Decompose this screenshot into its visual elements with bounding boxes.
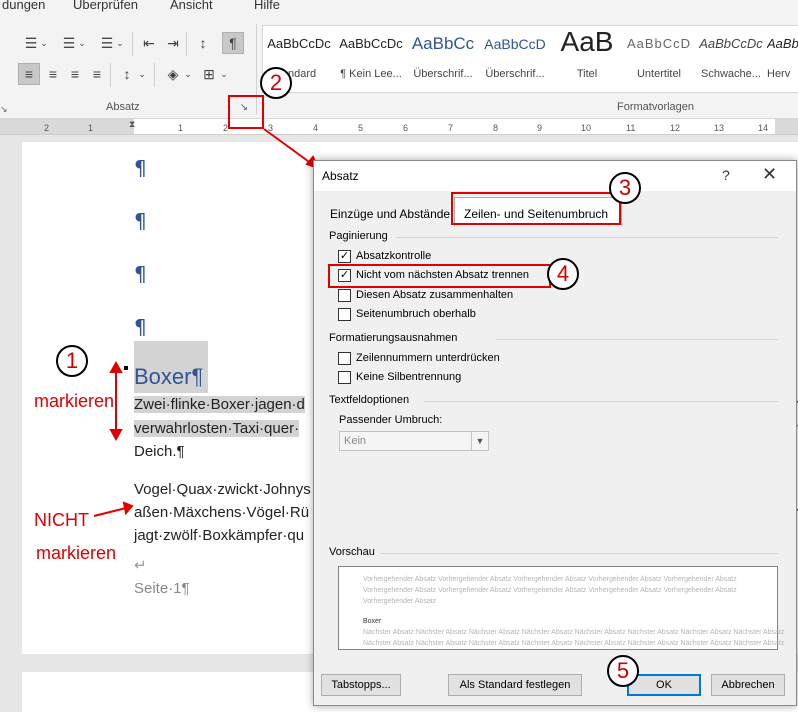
arrow-head-up bbox=[109, 360, 123, 373]
section-textfeldoptionen: Textfeldoptionen bbox=[329, 394, 410, 406]
divider bbox=[496, 339, 778, 340]
preview-box: Vorhergehender Absatz Vorhergehender Abs… bbox=[338, 566, 784, 650]
umbruch-value: Kein bbox=[344, 435, 367, 447]
preview-next-line: Nächster Absatz Nächster Absatz Nächster… bbox=[363, 640, 785, 647]
section-ausnahmen: Formatierungsausnahmen bbox=[329, 332, 458, 344]
divider bbox=[396, 237, 778, 238]
step-circle-4: 4 bbox=[547, 258, 579, 290]
step-circle-3: 3 bbox=[609, 172, 641, 204]
arrow-head-nicht bbox=[122, 501, 134, 516]
preview-next-line: Nächster Absatz Nächster Absatz Nächster… bbox=[363, 629, 785, 636]
ok-button[interactable]: OK bbox=[627, 674, 701, 696]
section-paginierung: Paginierung bbox=[329, 230, 388, 242]
set-default-button[interactable]: Als Standard festlegen bbox=[448, 674, 582, 696]
preview-current: Boxer bbox=[363, 618, 382, 625]
absatz-dialog: Absatz ? ✕ Einzüge und Abstände Zeilen- … bbox=[313, 160, 797, 706]
cancel-button[interactable]: Abbrechen bbox=[711, 674, 785, 696]
label-zeilennummern[interactable]: Zeilennummern unterdrücken bbox=[356, 352, 500, 364]
label-zusammenhalten[interactable]: Diesen Absatz zusammenhalten bbox=[356, 289, 513, 301]
label-seitenumbruch[interactable]: Seitenumbruch oberhalb bbox=[356, 308, 476, 320]
arrow-head-down bbox=[109, 429, 123, 442]
tabstopps-button[interactable]: Tabstopps... bbox=[321, 674, 401, 696]
checkbox-absatzkontrolle[interactable]: ✓ bbox=[338, 250, 351, 263]
close-icon[interactable]: ✕ bbox=[762, 164, 777, 185]
launcher-arrow-line bbox=[263, 128, 313, 165]
divider bbox=[380, 553, 778, 554]
label-absatzkontrolle[interactable]: Absatzkontrolle bbox=[356, 250, 431, 262]
preview-prev-line: Vorhergehender Absatz bbox=[363, 598, 437, 605]
umbruch-select[interactable]: Kein ▼ bbox=[339, 431, 489, 451]
checkbox-silbentrennung[interactable] bbox=[338, 371, 351, 384]
help-icon[interactable]: ? bbox=[722, 167, 730, 183]
label-silbentrennung[interactable]: Keine Silbentrennung bbox=[356, 371, 461, 383]
preview-prev-line: Vorhergehender Absatz Vorhergehender Abs… bbox=[363, 576, 737, 583]
highlight-box-tab bbox=[451, 192, 621, 225]
checkbox-zusammenhalten[interactable] bbox=[338, 289, 351, 302]
checkbox-seitenumbruch[interactable] bbox=[338, 308, 351, 321]
step-circle-5: 5 bbox=[607, 655, 639, 687]
checkbox-zeilennummern[interactable] bbox=[338, 352, 351, 365]
section-vorschau: Vorschau bbox=[329, 546, 375, 558]
dialog-title: Absatz bbox=[322, 169, 359, 183]
preview-prev-line: Vorhergehender Absatz Vorhergehender Abs… bbox=[363, 587, 737, 594]
tab-label: Einzüge und Abstände bbox=[330, 207, 451, 221]
nicht-arrow-line bbox=[93, 507, 127, 517]
highlight-box-checkbox bbox=[328, 264, 551, 288]
dialog-titlebar[interactable]: Absatz ? ✕ bbox=[314, 161, 796, 191]
label-passender-umbruch: Passender Umbruch: bbox=[339, 414, 443, 426]
divider bbox=[424, 401, 778, 402]
chevron-down-icon[interactable]: ▼ bbox=[471, 432, 488, 450]
